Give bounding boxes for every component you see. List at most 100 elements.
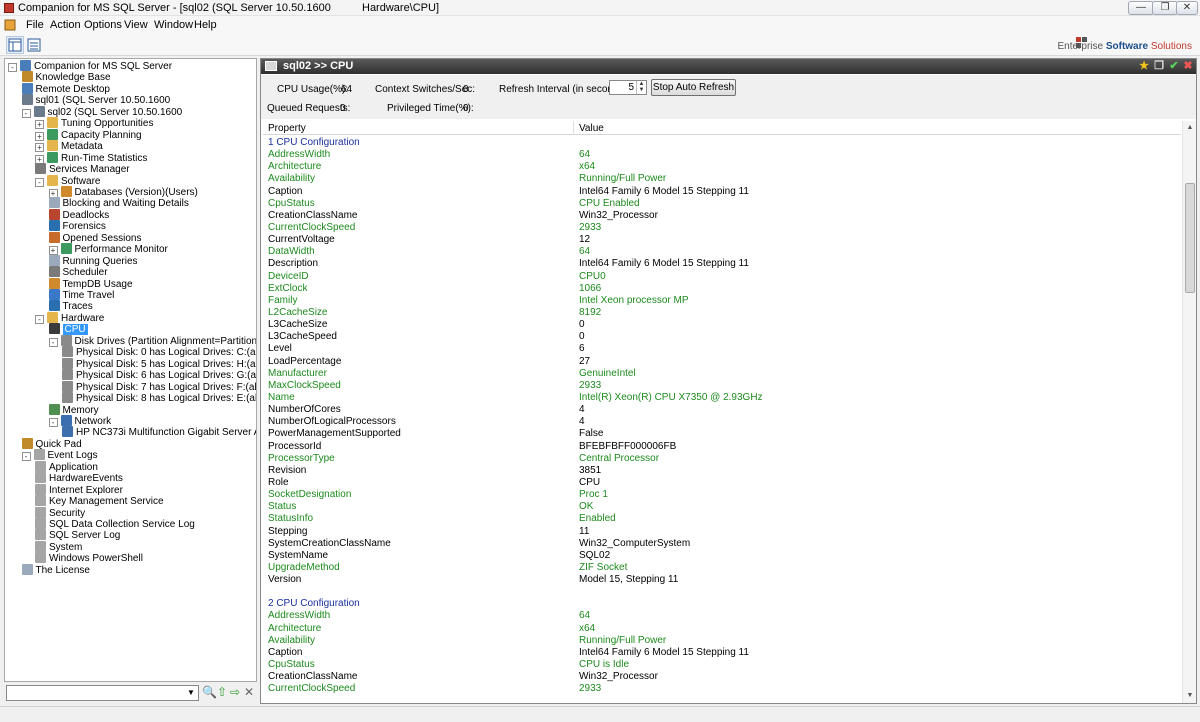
tree-item[interactable]: Services Manager [35, 163, 130, 175]
menu-view[interactable]: View [124, 19, 148, 31]
table-row[interactable]: SystemCreationClassName Win32_ComputerSys… [263, 538, 1181, 550]
tree-item[interactable]: - Software [35, 174, 100, 187]
tree-item[interactable]: Time Travel [48, 289, 114, 301]
table-row[interactable]: CreationClassName Win32_Processor [263, 671, 1181, 683]
group-header-row[interactable]: 1 CPU Configuration [263, 137, 1181, 149]
table-row[interactable]: ProcessorId BFEBFBFF000006FB [263, 441, 1181, 453]
table-row[interactable]: MaxClockSpeed 2933 [263, 380, 1181, 392]
collapse-icon[interactable]: - [48, 337, 58, 347]
stop-auto-refresh-button[interactable]: Stop Auto Refresh [651, 79, 736, 96]
table-row[interactable]: DataWidth 64 [263, 246, 1181, 258]
table-row[interactable]: Availability Running/Full Power [263, 173, 1181, 185]
table-row[interactable]: Availability Running/Full Power [263, 635, 1181, 647]
arrow-up-icon[interactable]: ⇧ [216, 686, 228, 698]
tree-item[interactable]: - Disk Drives (Partition Alignment=Partit… [48, 334, 256, 347]
tree-item[interactable]: CPU [48, 323, 88, 336]
table-row[interactable]: CurrentClockSpeed 2933 [263, 683, 1181, 695]
menu-action[interactable]: Action [50, 19, 81, 31]
vertical-scrollbar[interactable]: ▲ ▼ [1182, 121, 1196, 703]
copy-icon[interactable]: ❐ [1153, 60, 1165, 72]
table-row[interactable]: AddressWidth 64 [263, 610, 1181, 622]
column-header-property[interactable]: Property [268, 123, 306, 134]
table-row[interactable]: DeviceID CPU0 [263, 271, 1181, 283]
close-icon[interactable]: ✕ [243, 686, 255, 698]
table-row[interactable]: CurrentClockSpeed 2933 [263, 222, 1181, 234]
arrow-right-icon[interactable]: ⇨ [229, 686, 241, 698]
tree-item[interactable]: Memory [48, 403, 99, 416]
table-row[interactable]: Role CPU [263, 477, 1181, 489]
scrollbar-thumb[interactable] [1185, 183, 1195, 293]
navigation-tree[interactable]: - Companion for MS SQL Server Knowledge Ba… [4, 58, 257, 682]
tree-item[interactable]: - sql02 (SQL Server 10.50.1600 [21, 105, 182, 118]
table-row[interactable]: Family Intel Xeon processor MP [263, 295, 1181, 307]
collapse-icon[interactable]: - [35, 177, 44, 187]
tree-item[interactable]: Windows PowerShell [35, 552, 143, 564]
tree-item[interactable]: SQL Data Collection Service Log [35, 518, 195, 530]
tree-item[interactable]: The License [21, 563, 90, 576]
table-row[interactable]: LoadPercentage 27 [263, 356, 1181, 368]
tree-item[interactable]: Knowledge Base [21, 71, 111, 83]
table-row[interactable]: Name Intel(R) Xeon(R) CPU X7350 @ 2.93GHz [263, 392, 1181, 404]
search-icon[interactable]: 🔍 [202, 686, 217, 698]
tree-item[interactable]: - Hardware [35, 311, 104, 324]
close-icon[interactable]: ✖ [1182, 60, 1194, 72]
menu-options[interactable]: Options [84, 19, 122, 31]
tree-item[interactable]: Running Queries [48, 254, 138, 267]
table-row[interactable]: CpuStatus CPU Enabled [263, 198, 1181, 210]
table-row[interactable]: L3CacheSpeed 0 [263, 331, 1181, 343]
tree-item[interactable]: - Event Logs [21, 449, 98, 462]
tree-item[interactable]: Physical Disk: 6 has Logical Drives: G:(… [62, 369, 256, 381]
tree-item[interactable]: Internet Explorer [35, 483, 123, 496]
tree-item[interactable]: Remote Desktop [21, 82, 110, 95]
table-row[interactable]: StatusInfo Enabled [263, 513, 1181, 525]
tree-item[interactable]: Quick Pad [21, 437, 82, 450]
tree-item[interactable]: HardwareEvents [35, 472, 123, 484]
tree-item[interactable]: + Metadata [35, 140, 103, 153]
restore-button[interactable]: ❐ [1152, 1, 1178, 15]
spinner-arrows-icon[interactable]: ▲ ▼ [636, 81, 646, 94]
minimize-button[interactable]: — [1128, 1, 1154, 15]
tree-item[interactable]: + Capacity Planning [35, 128, 142, 141]
menu-file[interactable]: File [26, 19, 44, 31]
collapse-icon[interactable]: - [21, 108, 31, 118]
table-row[interactable]: L2CacheSize 8192 [263, 307, 1181, 319]
table-row[interactable]: Revision 3851 [263, 465, 1181, 477]
tree-item[interactable]: Security [35, 506, 85, 519]
tree-item[interactable]: - Companion for MS SQL Server [8, 60, 172, 72]
tree-item[interactable]: + Performance Monitor [48, 243, 168, 256]
table-row[interactable]: NumberOfLogicalProcessors 4 [263, 416, 1181, 428]
table-row[interactable]: Description Intel64 Family 6 Model 15 Ste… [263, 258, 1181, 270]
tree-item[interactable]: Key Management Service [35, 495, 164, 507]
table-row[interactable]: SocketDesignation Proc 1 [263, 489, 1181, 501]
collapse-icon[interactable]: - [48, 417, 58, 427]
table-row[interactable]: Architecture x64 [263, 161, 1181, 173]
tree-item[interactable]: - Network [48, 414, 111, 427]
group-header-row[interactable]: 2 CPU Configuration [263, 598, 1181, 610]
tree-item[interactable]: + Tuning Opportunities [35, 117, 153, 130]
table-row[interactable]: Architecture x64 [263, 623, 1181, 635]
tree-item[interactable]: Blocking and Waiting Details [48, 197, 189, 209]
table-row[interactable]: SystemName SQL02 [263, 550, 1181, 562]
tree-item[interactable]: Physical Disk: 8 has Logical Drives: E:(… [62, 392, 256, 404]
star-icon[interactable]: ★ [1138, 60, 1150, 72]
table-row[interactable]: Version Model 15, Stepping 11 [263, 574, 1181, 586]
tree-item[interactable]: Application [35, 460, 98, 473]
table-row[interactable]: PowerManagementSupported False [263, 428, 1181, 440]
tree-item[interactable]: Scheduler [48, 266, 108, 278]
tree-item[interactable]: Physical Disk: 5 has Logical Drives: H:(… [62, 357, 256, 370]
tree-item[interactable]: Forensics [48, 220, 106, 232]
tree-item[interactable]: Physical Disk: 0 has Logical Drives: C:(… [62, 346, 256, 358]
table-row[interactable]: CurrentVoltage 12 [263, 234, 1181, 246]
tree-item[interactable]: Opened Sessions [48, 231, 141, 244]
table-row[interactable]: Manufacturer GenuineIntel [263, 368, 1181, 380]
refresh-interval-stepper[interactable]: 5 ▲ ▼ [609, 80, 647, 95]
table-row[interactable] [263, 586, 1181, 598]
tree-search-input[interactable]: ▼ [6, 685, 199, 701]
menu-help[interactable]: Help [194, 19, 217, 31]
table-row[interactable]: AddressWidth 64 [263, 149, 1181, 161]
tree-item[interactable]: + Run-Time Statistics [35, 151, 147, 164]
scroll-down-icon[interactable]: ▼ [1185, 691, 1195, 701]
column-header-value[interactable]: Value [579, 123, 604, 134]
table-row[interactable]: UpgradeMethod ZIF Socket [263, 562, 1181, 574]
property-grid[interactable]: Property Value 1 CPU Configuration Addres… [263, 121, 1196, 703]
